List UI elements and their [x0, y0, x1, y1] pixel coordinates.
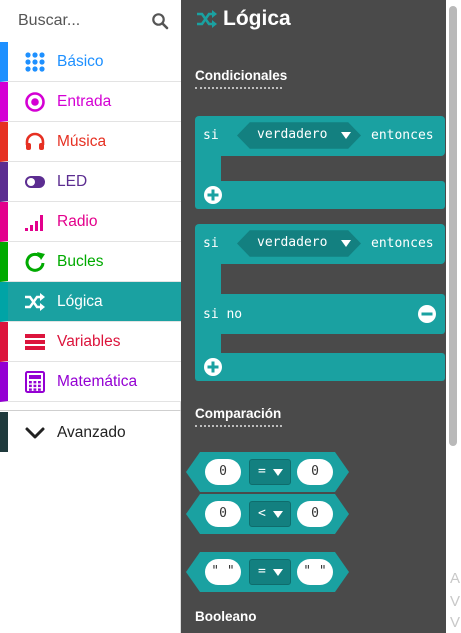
flyout-scrollbar-thumb[interactable]	[449, 6, 457, 446]
section-label: Booleano	[195, 609, 257, 624]
operator-dropdown[interactable]: =	[249, 459, 291, 485]
flyout-title: Lógica	[223, 7, 291, 30]
section-heading-boolean: Booleano	[195, 609, 257, 624]
category-label: LED	[57, 173, 88, 190]
category-entrada[interactable]: Entrada	[0, 82, 181, 122]
block-flyout: Lógica Condicionales si verdadero entonc…	[181, 0, 446, 633]
dropdown-arrow-icon	[273, 511, 283, 518]
shuffle-icon	[25, 293, 45, 311]
right-operand-input[interactable]: 0	[297, 501, 333, 527]
if-else-block-foot	[195, 353, 445, 381]
dropdown-arrow-icon	[273, 569, 283, 576]
section-label: Comparación	[195, 406, 282, 421]
search-icon[interactable]	[151, 12, 169, 30]
section-label: Condicionales	[195, 68, 288, 83]
workspace-text-fragment: A	[450, 570, 461, 587]
operator-dropdown[interactable]: =	[249, 559, 291, 585]
if-row: si verdadero entonces	[195, 116, 445, 156]
right-operand-input[interactable]: 0	[297, 459, 333, 485]
category-avanzado[interactable]: Avanzado	[0, 412, 181, 452]
calculator-icon	[25, 371, 45, 393]
section-underline	[195, 87, 282, 89]
category-label: Lógica	[57, 293, 103, 310]
operator-value: =	[258, 464, 266, 479]
headphones-icon	[25, 132, 45, 150]
workspace-text-fragment: V	[450, 593, 461, 610]
dropdown-arrow-icon	[341, 132, 351, 139]
category-label: Bucles	[57, 253, 104, 270]
if-block-foot	[195, 181, 445, 209]
dropdown-arrow-icon	[341, 240, 351, 247]
loop-arrow-icon	[25, 252, 45, 272]
if-row: si verdadero entonces	[195, 224, 445, 264]
section-heading-conditionals: Condicionales	[195, 68, 287, 89]
category-label: Básico	[57, 53, 104, 70]
keyword-si-no: si no	[203, 307, 243, 322]
category-variables[interactable]: Variables	[0, 322, 181, 362]
list-bars-icon	[25, 334, 45, 350]
add-else-plus-icon[interactable]	[203, 357, 223, 377]
search-box	[0, 0, 181, 42]
condition-value: verdadero	[257, 127, 328, 142]
category-musica[interactable]: Música	[0, 122, 181, 162]
else-row: si no	[195, 294, 445, 334]
chevron-down-icon	[25, 427, 45, 439]
right-operand-input[interactable]: " "	[297, 559, 333, 585]
shuffle-icon	[197, 10, 217, 28]
keyword-entonces: entonces	[371, 128, 434, 143]
dropdown-arrow-icon	[273, 469, 283, 476]
category-label: Radio	[57, 213, 98, 230]
category-logica[interactable]: Lógica	[0, 282, 181, 322]
category-label: Avanzado	[57, 424, 126, 441]
toggle-icon	[25, 176, 45, 188]
compare-equal-block[interactable]: 0 = 0	[186, 452, 349, 492]
workspace-text-fragment: V	[450, 614, 461, 631]
condition-dropdown[interactable]: verdadero	[237, 122, 363, 149]
category-led[interactable]: LED	[0, 162, 181, 202]
signal-bars-icon	[25, 215, 43, 231]
compare-less-than-block[interactable]: 0 < 0	[186, 494, 349, 534]
condition-value: verdadero	[257, 235, 328, 250]
category-label: Variables	[57, 333, 121, 350]
divider	[0, 403, 181, 411]
operator-value: <	[258, 506, 266, 521]
category-radio[interactable]: Radio	[0, 202, 181, 242]
category-label: Entrada	[57, 93, 112, 110]
left-operand-input[interactable]: 0	[205, 459, 241, 485]
compare-text-equal-block[interactable]: " " = " "	[186, 552, 349, 592]
category-label: Música	[57, 133, 107, 150]
flyout-header: Lógica	[195, 6, 291, 32]
if-then-block[interactable]: si verdadero entonces	[195, 116, 445, 212]
remove-else-minus-icon[interactable]	[417, 304, 437, 324]
grid-icon	[25, 52, 45, 72]
category-label: Matemática	[57, 373, 138, 390]
statement-notch	[221, 334, 235, 340]
section-underline	[195, 425, 282, 427]
add-else-plus-icon[interactable]	[203, 185, 223, 205]
left-operand-input[interactable]: 0	[205, 501, 241, 527]
statement-notch	[221, 156, 235, 162]
category-basico[interactable]: Básico	[0, 42, 181, 82]
condition-dropdown[interactable]: verdadero	[237, 230, 363, 257]
if-then-else-block[interactable]: si verdadero entonces si no	[195, 224, 445, 384]
category-bucles[interactable]: Bucles	[0, 242, 181, 282]
toolbox: Básico Entrada Música LED Radio Bucles L…	[0, 0, 181, 633]
category-matematica[interactable]: Matemática	[0, 362, 181, 402]
keyword-entonces: entonces	[371, 236, 434, 251]
left-operand-input[interactable]: " "	[205, 559, 241, 585]
keyword-si: si	[203, 128, 219, 143]
section-heading-comparison: Comparación	[195, 406, 282, 427]
statement-notch	[221, 264, 235, 270]
operator-dropdown[interactable]: <	[249, 501, 291, 527]
operator-value: =	[258, 564, 266, 579]
keyword-si: si	[203, 236, 219, 251]
target-icon	[25, 92, 45, 112]
